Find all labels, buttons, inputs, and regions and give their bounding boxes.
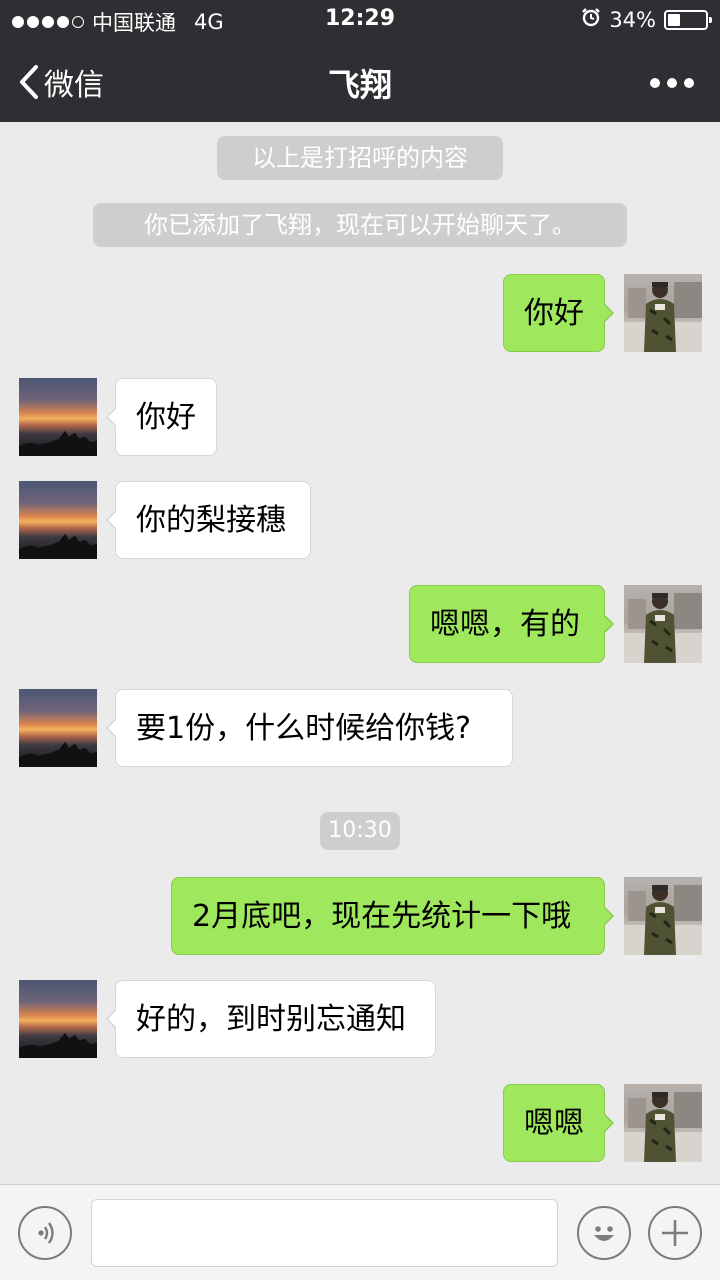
message-bubble-incoming[interactable]: 你好	[106, 378, 217, 456]
friend-avatar[interactable]	[19, 378, 97, 456]
battery-icon	[664, 9, 712, 30]
plus-icon	[662, 1220, 688, 1246]
message-bubble-outgoing[interactable]: 你好	[503, 274, 614, 352]
message-bubble-incoming[interactable]: 好的，到时别忘通知	[106, 980, 436, 1058]
friend-added-note: 你已添加了飞翔，现在可以开始聊天了。	[93, 203, 627, 247]
friend-avatar[interactable]	[19, 481, 97, 559]
message-input[interactable]	[91, 1199, 558, 1267]
alarm-icon	[581, 7, 601, 32]
my-avatar[interactable]	[624, 877, 702, 955]
my-avatar[interactable]	[624, 585, 702, 663]
battery-percent: 34%	[609, 7, 656, 32]
my-avatar[interactable]	[624, 1084, 702, 1162]
chat-title: 飞翔	[327, 66, 392, 104]
voice-icon	[38, 1222, 54, 1244]
message-bubble-outgoing[interactable]: 嗯嗯	[503, 1084, 614, 1162]
message-bubble-incoming[interactable]: 你的梨接穗	[106, 481, 311, 559]
message-bubble-incoming[interactable]: 要1份，什么时候给你钱?	[106, 689, 513, 767]
friend-avatar[interactable]	[19, 689, 97, 767]
emoji-icon	[594, 1226, 614, 1241]
my-avatar[interactable]	[624, 274, 702, 352]
chat-timestamp: 10:30	[320, 812, 400, 850]
friend-avatar[interactable]	[19, 980, 97, 1058]
status-bar: 中国联通 4G 12:29 34%	[0, 0, 720, 40]
chat-header: 微信 飞翔	[0, 40, 720, 122]
voice-input-button[interactable]	[18, 1206, 72, 1260]
top-bar: 中国联通 4G 12:29 34% 微信 飞翔	[0, 0, 720, 122]
more-functions-button[interactable]	[648, 1206, 702, 1260]
emoji-button[interactable]	[577, 1206, 631, 1260]
message-bubble-outgoing[interactable]: 嗯嗯，有的	[409, 585, 614, 663]
input-bar	[0, 1184, 720, 1280]
greeting-note: 以上是打招呼的内容	[217, 136, 503, 180]
message-bubble-outgoing[interactable]: 2月底吧，现在先统计一下哦	[171, 877, 614, 955]
more-options-button[interactable]	[650, 78, 694, 88]
